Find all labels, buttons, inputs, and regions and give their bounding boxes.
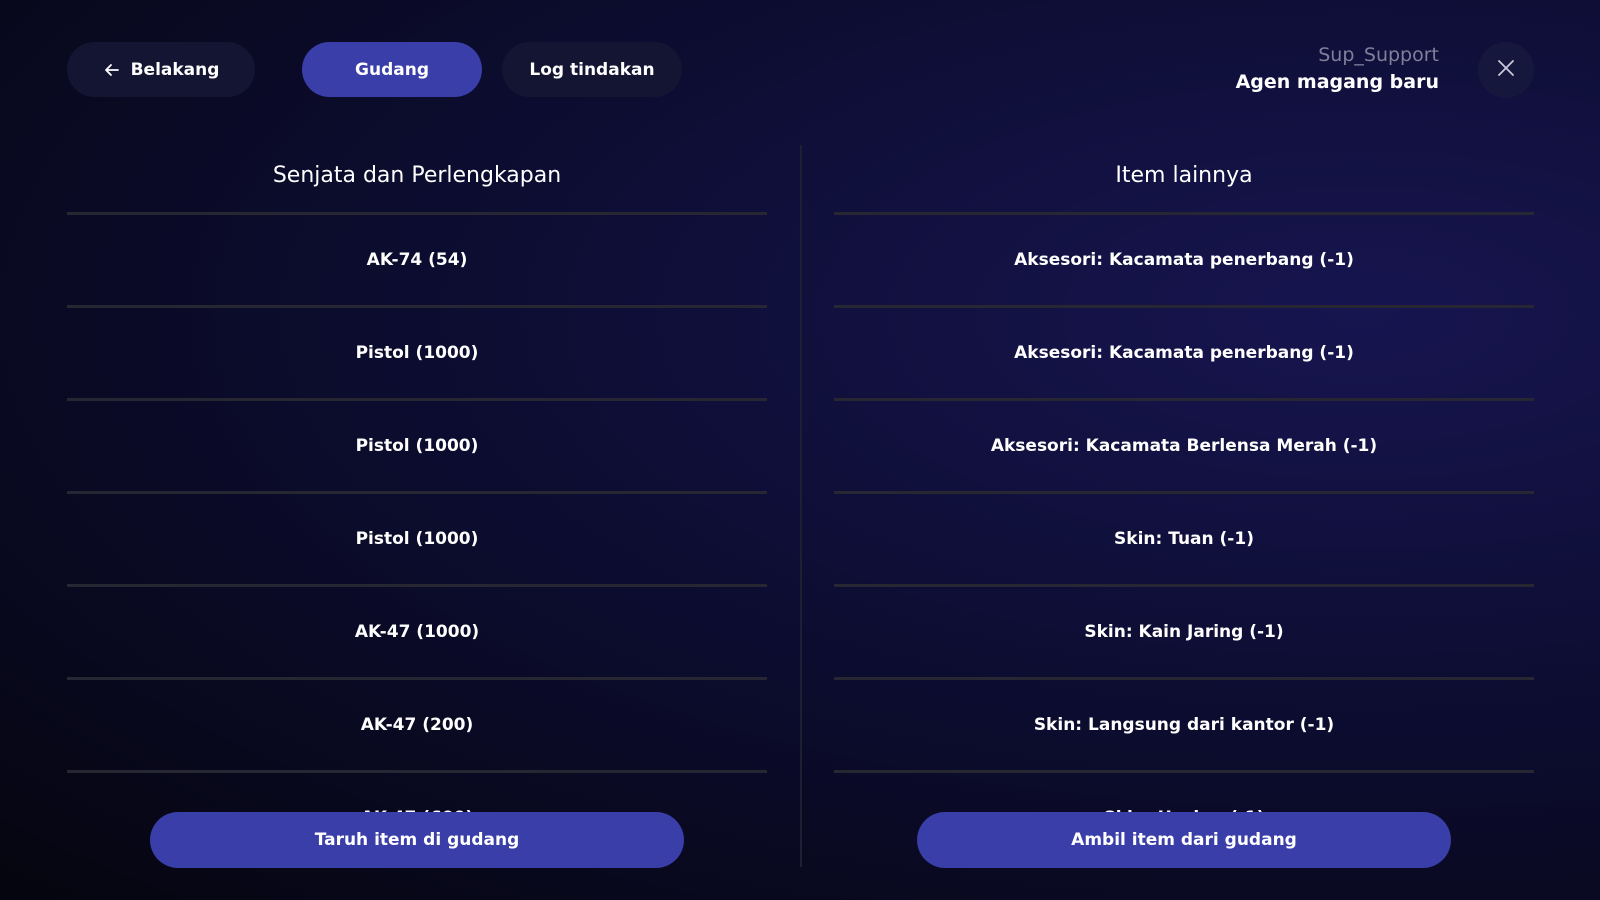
close-button[interactable] — [1478, 42, 1534, 98]
list-item[interactable]: Pistol (1000) — [67, 401, 767, 494]
list-item-label: Skin: Tuan (-1) — [1114, 529, 1254, 549]
list-item-label: Pistol (1000) — [355, 436, 479, 456]
list-item[interactable]: Aksesori: Kacamata penerbang (-1) — [834, 308, 1534, 401]
back-button-label: Belakang — [130, 59, 220, 80]
other-items-column-title: Item lainnya — [1115, 162, 1253, 188]
list-item-label: Skin: Langsung dari kantor (-1) — [1033, 715, 1335, 735]
list-item[interactable]: Aksesori: Kacamata penerbang (-1) — [834, 215, 1534, 308]
put-item-label: Taruh item di gudang — [314, 830, 520, 850]
list-item[interactable]: Skin: Kain Jaring (-1) — [834, 587, 1534, 680]
list-item[interactable]: AK-74 (54) — [67, 215, 767, 308]
list-item[interactable]: Skin: Tuan (-1) — [834, 494, 1534, 587]
list-item-label: Skin: Kain Jaring (-1) — [1084, 622, 1284, 642]
tab-gudang-label: Gudang — [355, 59, 429, 80]
weapons-column-title: Senjata dan Perlengkapan — [272, 162, 562, 188]
weapons-column: Senjata dan Perlengkapan AK-74 (54) Pist… — [67, 140, 767, 870]
take-item-button[interactable]: Ambil item dari gudang — [917, 812, 1451, 868]
list-item-label: AK-74 (54) — [366, 250, 468, 270]
user-info: Sup_Support Agen magang baru — [1236, 42, 1439, 96]
list-item[interactable]: AK-47 (1000) — [67, 587, 767, 680]
list-item-label: AK-47 (200) — [360, 715, 474, 735]
top-bar: Belakang Gudang Log tindakan Sup_Support… — [0, 0, 1600, 110]
tab-log-label: Log tindakan — [529, 59, 655, 80]
list-item-label: Pistol (1000) — [355, 529, 479, 549]
list-item[interactable]: Aksesori: Kacamata Berlensa Merah (-1) — [834, 401, 1534, 494]
list-item-label: Pistol (1000) — [355, 343, 479, 363]
tab-gudang[interactable]: Gudang — [302, 42, 482, 97]
list-item-label: Aksesori: Kacamata penerbang (-1) — [1014, 343, 1354, 363]
list-item[interactable]: Skin: Langsung dari kantor (-1) — [834, 680, 1534, 773]
list-item-label: Aksesori: Kacamata penerbang (-1) — [1014, 250, 1354, 270]
tab-log-tindakan[interactable]: Log tindakan — [502, 42, 682, 97]
list-item[interactable]: Pistol (1000) — [67, 308, 767, 401]
weapons-list[interactable]: AK-74 (54) Pistol (1000) Pistol (1000) P… — [67, 215, 767, 835]
take-item-label: Ambil item dari gudang — [1071, 830, 1297, 850]
other-items-column: Item lainnya Aksesori: Kacamata penerban… — [834, 140, 1534, 870]
other-items-list[interactable]: Aksesori: Kacamata penerbang (-1) Akseso… — [834, 215, 1534, 835]
list-item[interactable]: Pistol (1000) — [67, 494, 767, 587]
list-item-label: AK-47 (1000) — [354, 622, 480, 642]
user-role: Agen magang baru — [1235, 71, 1439, 93]
column-separator — [800, 145, 802, 867]
list-item-label: Aksesori: Kacamata Berlensa Merah (-1) — [990, 436, 1378, 456]
list-item[interactable]: AK-47 (200) — [67, 680, 767, 773]
arrow-left-icon — [103, 61, 121, 79]
close-icon — [1496, 58, 1516, 82]
put-item-button[interactable]: Taruh item di gudang — [150, 812, 684, 868]
back-button[interactable]: Belakang — [67, 42, 255, 97]
user-name: Sup_Support — [1318, 44, 1439, 66]
